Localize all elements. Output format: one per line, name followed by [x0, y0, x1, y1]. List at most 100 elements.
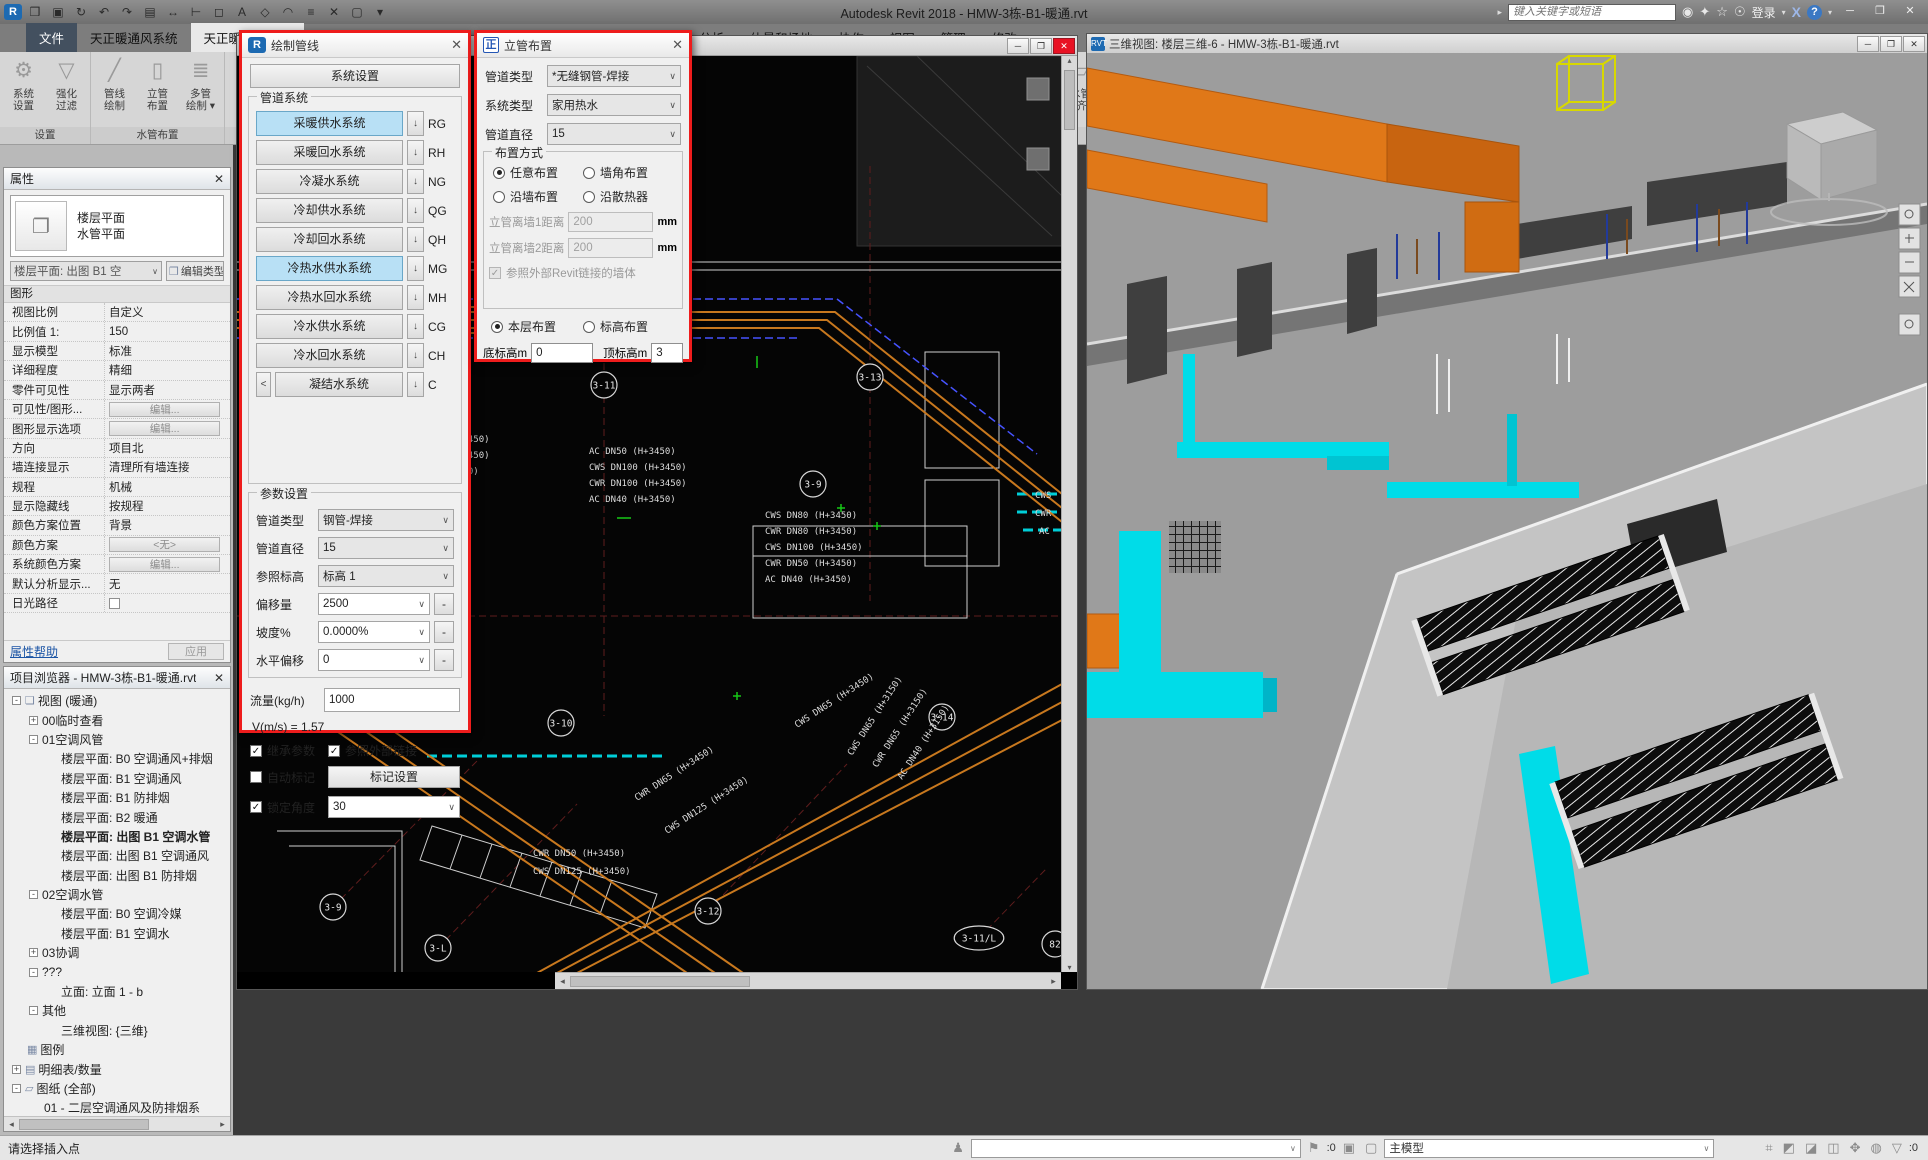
tab-0[interactable]: 天正暖通风系统 [77, 23, 191, 52]
aligned-dimension-icon[interactable]: ⊢ [186, 3, 206, 21]
property-value[interactable] [104, 594, 230, 612]
system-down-icon[interactable]: ↓ [407, 343, 424, 368]
radio-icon[interactable] [583, 191, 595, 203]
system-down-icon[interactable]: ↓ [407, 227, 424, 252]
top-elev-input[interactable]: 3 [651, 343, 683, 363]
pipe-system-button[interactable]: 冷却供水系统 [256, 198, 403, 223]
parameter-select[interactable]: 0∨ [318, 649, 430, 671]
pipe-system-button[interactable]: 冷水回水系统 [256, 343, 403, 368]
switch-windows-icon[interactable]: ▢ [347, 3, 367, 21]
system-down-icon[interactable]: ↓ [407, 314, 424, 339]
system-down-icon[interactable]: ↓ [407, 111, 424, 136]
editing-requests-icon[interactable]: ⚑ [1308, 1140, 1320, 1156]
help-icon[interactable]: ? [1807, 5, 1822, 20]
tree-item[interactable]: 01 - 二层空调通风及防排烟系 [4, 1098, 230, 1116]
plan-horizontal-scrollbar[interactable]: ◂ ▸ [237, 972, 1061, 989]
navigation-bar[interactable] [1899, 204, 1920, 335]
property-value[interactable]: <无> [104, 536, 230, 554]
scroll-right-icon[interactable]: ▸ [1046, 976, 1061, 987]
inherit-params-checkbox[interactable]: ✓ [250, 745, 262, 757]
radio-icon[interactable] [583, 321, 595, 333]
previous-page-button[interactable]: < [256, 372, 271, 397]
revit-logo-icon[interactable]: R [4, 4, 22, 20]
design-options-icon[interactable]: ▢ [1365, 1140, 1377, 1156]
property-value[interactable]: 编辑... [104, 400, 230, 418]
properties-help-link[interactable]: 属性帮助 [10, 643, 58, 660]
tree-item[interactable]: +▤明细表/数量 [4, 1059, 230, 1078]
signin-caret-icon[interactable]: ▾ [1782, 8, 1786, 17]
scroll-left-icon[interactable]: ◂ [555, 976, 570, 987]
select-face-icon[interactable]: ◫ [1827, 1140, 1839, 1156]
restore-button[interactable]: ❐ [1868, 3, 1892, 21]
pipe-system-button[interactable]: 冷热水供水系统 [256, 256, 403, 281]
level-mode-radio[interactable]: 本层布置 [491, 318, 583, 335]
property-value[interactable]: 编辑... [104, 555, 230, 573]
bottom-elev-input[interactable]: 0 [531, 343, 593, 363]
type-selector[interactable]: ❐ 楼层平面 水管平面 [10, 195, 224, 257]
redo-icon[interactable]: ↷ [117, 3, 137, 21]
system-down-icon[interactable]: ↓ [407, 285, 424, 310]
property-edit-button[interactable]: 编辑... [109, 421, 220, 436]
minus-button[interactable]: - [434, 621, 454, 643]
canvas-tool-icon[interactable] [1027, 148, 1049, 170]
parameter-select[interactable]: 0.0000%∨ [318, 621, 430, 643]
property-edit-button[interactable]: <无> [109, 537, 220, 552]
parameter-select[interactable]: 标高 1∨ [318, 565, 454, 587]
design-option-combo[interactable]: 主模型∨ [1384, 1139, 1714, 1158]
ribbon-group-label[interactable]: 水管布置 [91, 127, 224, 144]
ref-external-link-checkbox[interactable]: ✓ [328, 745, 340, 757]
parameter-select[interactable]: 钢管-焊接∨ [318, 509, 454, 531]
radio-icon[interactable] [491, 321, 503, 333]
scroll-down-icon[interactable]: ▾ [1062, 963, 1077, 972]
scroll-up-icon[interactable]: ▴ [1062, 56, 1077, 65]
workset-combo[interactable]: ∨ [971, 1139, 1301, 1158]
layout-mode-radio[interactable]: 墙角布置 [583, 164, 673, 181]
app-store-x-icon[interactable]: X [1792, 4, 1801, 20]
expand-icon[interactable]: + [29, 716, 38, 725]
tree-item[interactable]: +00临时查看 [4, 710, 230, 729]
tree-item[interactable]: -❏视图 (暖通) [4, 691, 230, 710]
radio-icon[interactable] [493, 167, 505, 179]
plan-close-button[interactable]: ✕ [1053, 38, 1075, 54]
radio-icon[interactable] [583, 167, 595, 179]
tree-item[interactable]: 楼层平面: B0 空调冷媒 [4, 904, 230, 923]
pipe-system-button[interactable]: 冷却回水系统 [256, 227, 403, 252]
exclude-options-icon[interactable]: ◍ [1870, 1140, 1881, 1156]
3d-window-titlebar[interactable]: RVT 三维视图: 楼层三维-6 - HMW-3栋-B1-暖通.rvt ─ ❐ … [1087, 34, 1927, 54]
system-down-icon[interactable]: ↓ [407, 256, 424, 281]
scroll-thumb[interactable] [570, 976, 750, 987]
thin-lines-icon[interactable]: ≡ [301, 3, 321, 21]
section-icon[interactable]: ◠ [278, 3, 298, 21]
3d-view-window[interactable]: RVT 三维视图: 楼层三维-6 - HMW-3栋-B1-暖通.rvt ─ ❐ … [1086, 33, 1928, 990]
3d-restore-button[interactable]: ❐ [1880, 36, 1902, 52]
collapse-icon[interactable]: - [29, 1006, 38, 1015]
riser-layout-dialog[interactable]: 正 立管布置 ✕ 管道类型*无缝钢管-焊接∨系统类型家用热水∨管道直径15∨ 布… [474, 30, 692, 362]
ribbon-button-管线绘制[interactable]: ╱管线绘制 [93, 54, 136, 112]
pipe-system-button[interactable]: 冷热水回水系统 [256, 285, 403, 310]
level-mode-radio[interactable]: 标高布置 [583, 318, 675, 335]
exchange-apps-icon[interactable]: ✦ [1699, 4, 1710, 20]
default-3d-view-icon[interactable]: ◇ [255, 3, 275, 21]
pipe-system-button[interactable]: 凝结水系统 [275, 372, 403, 397]
3d-minimize-button[interactable]: ─ [1857, 36, 1879, 52]
collapse-icon[interactable]: - [12, 1084, 21, 1093]
riser-field-select[interactable]: 家用热水∨ [547, 94, 681, 116]
search-expand-icon[interactable]: ▸ [1498, 7, 1503, 18]
collapse-icon[interactable]: - [29, 890, 38, 899]
parameter-select[interactable]: 2500∨ [318, 593, 430, 615]
project-browser-header[interactable]: 项目浏览器 - HMW-3栋-B1-暖通.rvt ✕ [4, 667, 230, 689]
expand-icon[interactable]: + [12, 1065, 21, 1074]
3d-close-button[interactable]: ✕ [1903, 36, 1925, 52]
property-edit-button[interactable]: 编辑... [109, 557, 220, 572]
parameter-select[interactable]: 15∨ [318, 537, 454, 559]
graphics-section-header[interactable]: 图形 [4, 285, 230, 303]
tree-item[interactable]: 楼层平面: 出图 B1 空调通风 [4, 846, 230, 865]
ribbon-button-多管绘制[interactable]: ≣多管绘制 ▾ [179, 54, 222, 112]
layout-mode-radio[interactable]: 任意布置 [493, 164, 583, 181]
tree-item[interactable]: 楼层平面: B1 防排烟 [4, 788, 230, 807]
properties-header[interactable]: 属性 ✕ [4, 168, 230, 190]
lock-angle-checkbox[interactable]: ✓ [250, 801, 262, 813]
tree-item[interactable]: -??? [4, 962, 230, 981]
project-browser-close-icon[interactable]: ✕ [214, 671, 224, 685]
filter-icon[interactable]: ▽ [1892, 1140, 1902, 1156]
